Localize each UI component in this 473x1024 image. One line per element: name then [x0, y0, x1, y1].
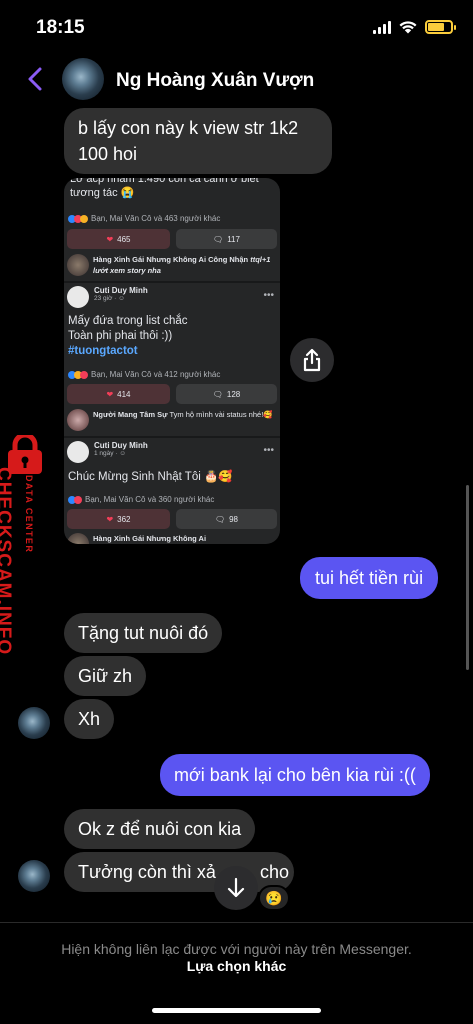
unavailable-notice: Hiện không liên lạc được với người này t…	[61, 941, 412, 957]
message-text: Giữ zh	[78, 666, 133, 686]
message-outgoing[interactable]: mới bank lại cho bên kia rùi :((	[160, 754, 430, 796]
message-text: b lấy con này k view str 1k2 100 hoi	[78, 118, 299, 164]
wifi-icon	[399, 21, 417, 34]
post-text: Lỡ acp nhầm 1.490 con cá cảnh ớ biết tươ…	[70, 178, 259, 199]
signal-icon	[373, 20, 391, 34]
post-2-comment: Người Mang Tâm Sự Tym hộ mình vài status…	[64, 409, 280, 431]
message-text-end: cho	[260, 862, 290, 882]
sender-avatar[interactable]	[18, 707, 50, 739]
scroll-down-button[interactable]	[214, 866, 258, 910]
back-arrow-icon[interactable]	[24, 65, 48, 93]
message-outgoing[interactable]: tui hết tiền rùi	[300, 557, 439, 599]
status-bar: 18:15	[0, 0, 473, 52]
comment-count: 🗨 98	[175, 509, 277, 529]
message-incoming[interactable]: b lấy con này k view str 1k2 100 hoi	[64, 108, 332, 174]
footer-divider	[0, 922, 473, 923]
scroll-down-icon	[227, 877, 245, 898]
message-incoming[interactable]: Xh	[64, 699, 115, 739]
contact-avatar[interactable]	[62, 58, 104, 100]
comment-count: 🗨 117	[175, 229, 277, 249]
message-text: Ok z để nuôi con kia	[78, 819, 242, 839]
conversation-header: Ng Hoàng Xuân Vượn	[0, 52, 473, 108]
post-2-actions: ❤ 414 🗨 128	[64, 384, 280, 404]
post-3: Cuti Duy Minh 1 ngày · ☺ ••• Chúc Mừng S…	[64, 441, 280, 485]
message-text: tui hết tiền rùi	[315, 568, 424, 588]
post-3-actions: ❤ 362 🗨 98	[64, 509, 280, 529]
message-reaction[interactable]: 😢	[258, 885, 290, 911]
watermark-main: CHECKSCAM.INFO	[0, 467, 14, 656]
message-text: Tưởng còn thì xả	[78, 862, 216, 882]
like-count: ❤ 362	[67, 509, 170, 529]
shared-screenshot-image[interactable]: Lỡ acp nhầm 1.490 con cá cảnh ớ biết tươ…	[64, 178, 280, 544]
reaction-summary: Bạn, Mai Văn Cô và 360 người khác	[85, 495, 215, 504]
checkscam-watermark: DATA CENTER CHECKSCAM.INFO	[0, 435, 52, 665]
contact-name[interactable]: Ng Hoàng Xuân Vượn	[116, 70, 314, 92]
message-incoming[interactable]: Tưởng còn thì xả cho	[64, 852, 294, 892]
message-text: mới bank lại cho bên kia rùi :((	[174, 765, 416, 785]
message-text: Tặng tut nuôi đó	[78, 623, 209, 643]
post-2-reactions: Bạn, Mai Văn Cô và 412 người khác	[64, 370, 280, 379]
post-text: Chúc Mừng Sinh Nhật Tôi 🎂🥰	[68, 471, 233, 483]
post-line-1: Mấy đứa trong list chắc	[68, 315, 188, 327]
share-icon	[303, 348, 321, 372]
post-1-comment: Hàng Xinh Gái Nhưng Không Ai Công Nhận t…	[64, 254, 280, 276]
battery-icon	[425, 20, 456, 34]
post-time: 23 giờ · ☺	[94, 295, 125, 302]
post-1: Lỡ acp nhầm 1.490 con cá cảnh ớ biết tươ…	[64, 178, 280, 200]
watermark-sub: DATA CENTER	[24, 475, 34, 554]
post-time: 1 ngày · ☺	[94, 450, 126, 457]
post-1-reactions: Bạn, Mai Văn Cô và 463 người khác	[64, 214, 280, 223]
comment-count: 🗨 128	[175, 384, 277, 404]
sender-avatar[interactable]	[18, 860, 50, 892]
post-hashtag: #tuongtactot	[68, 345, 138, 357]
post-3-reactions: Bạn, Mai Văn Cô và 360 người khác	[64, 495, 280, 504]
other-options-link[interactable]: Lựa chọn khác	[0, 958, 473, 974]
post-author: Cuti Duy Minh	[94, 286, 148, 295]
post-3-comment: Hàng Xinh Gái Nhưng Không Ai	[64, 533, 280, 544]
post-author: Cuti Duy Minh	[94, 441, 148, 450]
status-icons	[373, 20, 456, 34]
like-count: ❤ 465	[67, 229, 170, 249]
home-indicator[interactable]	[152, 1008, 321, 1013]
message-incoming[interactable]: Giữ zh	[64, 656, 147, 696]
message-incoming[interactable]: Ok z để nuôi con kia	[64, 809, 256, 849]
reaction-summary: Bạn, Mai Văn Cô và 463 người khác	[91, 214, 221, 223]
share-button[interactable]	[290, 338, 334, 382]
status-time: 18:15	[36, 17, 85, 38]
post-1-actions: ❤ 465 🗨 117	[64, 229, 280, 249]
scrollbar[interactable]	[466, 485, 469, 670]
message-text: Xh	[78, 709, 101, 729]
reaction-summary: Bạn, Mai Văn Cô và 412 người khác	[91, 370, 221, 379]
post-line-2: Toàn phi phai thôi :))	[68, 330, 173, 342]
like-count: ❤ 414	[67, 384, 170, 404]
message-incoming[interactable]: Tặng tut nuôi đó	[64, 613, 223, 653]
